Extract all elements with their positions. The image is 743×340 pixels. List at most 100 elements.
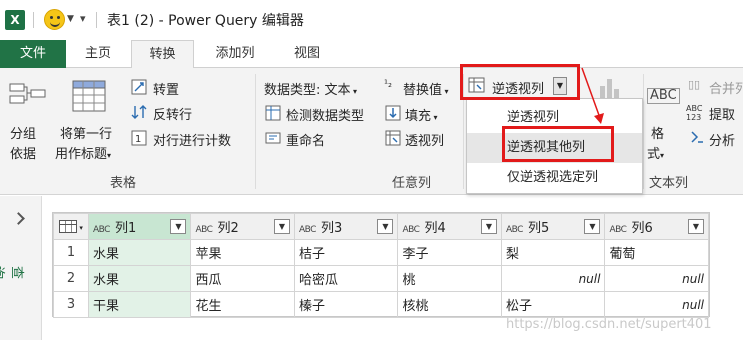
table-cell-null[interactable]: null [500,265,606,292]
column-header-5[interactable]: ABC 列5 ▼ [500,213,606,240]
fill-icon [385,105,401,121]
rename-button[interactable]: 重命名 [286,130,325,149]
table-cell[interactable]: 李子 [397,239,502,266]
watermark-text: https://blog.csdn.net/supert401 [506,317,712,332]
annotation-arrow [581,67,604,124]
table-icon [59,220,78,233]
tab-view[interactable]: 视图 [277,40,337,68]
filter-dropdown-icon[interactable]: ▼ [584,219,601,234]
filter-dropdown-icon[interactable]: ▼ [688,219,704,234]
tab-add-column[interactable]: 添加列 [200,40,270,68]
ribbon-separator [643,74,644,189]
tab-file[interactable]: 文件 [0,40,66,68]
column-header-3[interactable]: ABC 列3 ▼ [293,213,399,240]
excel-icon: X [5,10,25,30]
svg-text:1: 1 [135,134,141,145]
text-type-icon[interactable]: ABC [93,225,110,235]
table-menu-button[interactable]: ▾ [53,213,89,240]
smiley-dropdown-icon[interactable]: ▼ [67,14,74,24]
table-cell[interactable]: 松子 [500,291,606,318]
format-button[interactable]: 格 [651,123,664,142]
fill-button[interactable]: 填充 ▾ [405,105,438,124]
filter-dropdown-icon[interactable]: ▼ [170,219,187,234]
format-button-line2[interactable]: 式▾ [647,143,664,162]
merge-columns-icon: ▯▯ [688,78,701,91]
text-type-icon[interactable]: ABC [195,225,212,235]
title-bar: X ▼ ▾ 表1 (2) - Power Query 编辑器 [0,0,743,40]
table-cell[interactable]: 葡萄 [604,239,709,266]
use-first-row-as-headers-icon [72,80,106,112]
column-name: 列1 [114,221,137,236]
table-cell[interactable]: 榛子 [293,291,399,318]
table-cell[interactable]: 水果 [87,239,192,266]
window-title: 表1 (2) - Power Query 编辑器 [107,13,304,29]
table-cell[interactable]: 梨 [500,239,606,266]
parse-button[interactable]: 分析 [709,130,735,149]
detect-data-type-button[interactable]: 检测数据类型 [286,105,364,124]
table-cell[interactable]: 核桃 [397,291,502,318]
replace-values-button[interactable]: 替换值 ▾ [403,79,449,98]
group-by-icon [9,83,46,104]
ribbon-tab-bar: 文件 主页 转换 添加列 视图 [0,40,743,69]
table-cell-null[interactable]: null [604,291,709,318]
column-header-4[interactable]: ABC 列4 ▼ [397,213,502,240]
tab-transform[interactable]: 转换 [131,40,194,69]
use-first-row-as-headers-button-line2[interactable]: 用作标题▾ [55,143,111,162]
parse-icon [691,131,703,143]
menu-item-unpivot-only-selected-columns[interactable]: 仅逆透视选定列 [467,163,642,193]
count-rows-icon: 1 [131,130,147,146]
text-type-icon[interactable]: ABC [299,225,316,235]
row-number[interactable]: 1 [53,239,89,266]
table-cell[interactable]: 干果 [87,291,192,318]
group-by-button-line2[interactable]: 依据 [10,143,36,162]
extract-button[interactable]: 提取 [709,104,735,123]
tab-home[interactable]: 主页 [70,40,126,68]
count-rows-button[interactable]: 对行进行计数 [153,130,231,149]
queries-pane-label[interactable]: 查询 [0,266,28,279]
rename-icon [265,132,281,144]
group-label-table: 表格 [110,176,137,191]
table-cell[interactable]: 西瓜 [190,265,295,292]
table-row: 2 水果 西瓜 哈密瓜 桃 null null [53,265,709,292]
replace-values-icon: ¹₂ [384,79,393,90]
data-grid: ▾ ABC 列1 ▼ ABC 列2 ▼ ABC 列3 ▼ ABC 列4 ▼ ABC 列5 ▼ ABC… [52,212,710,318]
column-header-1[interactable]: ABC 列1 ▼ [87,213,192,240]
column-name: 列6 [631,221,653,236]
column-header-6[interactable]: ABC 列6 ▼ [604,213,709,240]
transpose-button[interactable]: 转置 [153,79,179,98]
text-type-icon[interactable]: ABC [402,225,419,235]
filter-dropdown-icon[interactable]: ▼ [273,219,290,234]
column-name: 列2 [217,221,239,236]
ribbon-separator [255,74,256,189]
text-type-icon[interactable]: ABC [506,225,523,235]
row-number[interactable]: 3 [53,291,89,318]
table-cell[interactable]: 水果 [87,265,192,292]
table-cell-null[interactable]: null [604,265,709,292]
data-type-dropdown[interactable]: 数据类型: 文本 ▾ [264,79,357,98]
text-type-icon[interactable]: ABC [609,225,626,235]
group-label-any-column: 任意列 [392,176,432,191]
filter-dropdown-icon[interactable]: ▼ [480,219,497,234]
table-cell[interactable]: 桃 [397,265,502,292]
reverse-rows-button[interactable]: 反转行 [153,104,192,123]
titlebar-separator [96,12,97,28]
transpose-icon [131,79,147,95]
use-first-row-as-headers-button[interactable]: 将第一行 [60,123,112,142]
merge-columns-button[interactable]: 合并列 [709,78,743,97]
column-header-2[interactable]: ABC 列2 ▼ [190,213,295,240]
data-table: ▾ ABC 列1 ▼ ABC 列2 ▼ ABC 列3 ▼ ABC 列4 ▼ ABC 列5 ▼ ABC… [53,213,709,318]
table-cell[interactable]: 花生 [190,291,295,318]
table-row: 3 干果 花生 榛子 核桃 松子 null [53,291,709,318]
row-number[interactable]: 2 [53,265,89,292]
table-cell[interactable]: 哈密瓜 [293,265,399,292]
smiley-feedback-icon[interactable] [44,9,65,30]
expand-queries-pane-icon[interactable] [12,212,25,225]
table-cell[interactable]: 桔子 [293,239,399,266]
pivot-column-button[interactable]: 透视列 [405,130,444,149]
table-cell[interactable]: 苹果 [190,239,295,266]
quick-access-customize-icon[interactable]: ▾ [80,12,86,25]
group-label-text-column: 文本列 [649,176,689,191]
filter-dropdown-icon[interactable]: ▼ [377,219,394,234]
group-by-button[interactable]: 分组 [10,123,36,142]
column-name: 列3 [320,221,343,236]
